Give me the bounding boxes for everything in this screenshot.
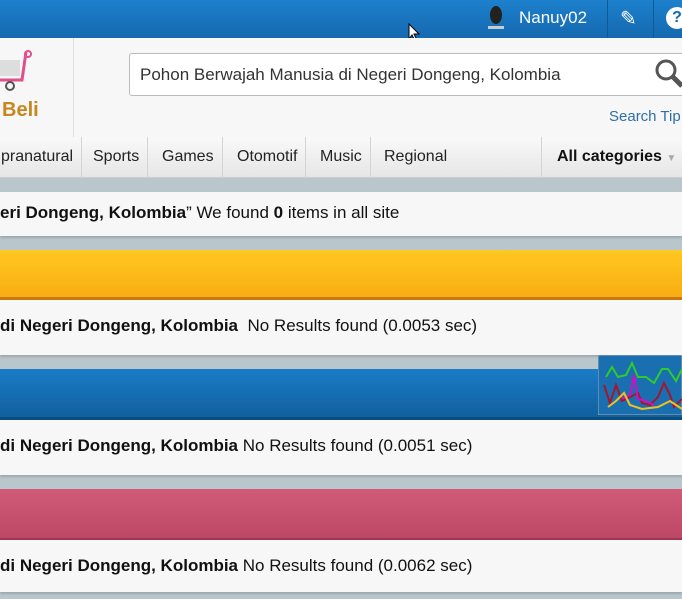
shopping-cart-icon[interactable] <box>0 46 36 94</box>
section-header-blue <box>0 369 682 420</box>
brand-logo-text[interactable]: Beli <box>2 99 39 122</box>
pencil-icon[interactable]: ✎ <box>620 6 637 31</box>
all-categories-label: All categories <box>557 148 662 165</box>
search-summary: eri Dongeng, Kolombia” We found 0 items … <box>0 192 682 236</box>
section-header-pink <box>0 489 682 540</box>
nav-item-regional[interactable]: Regional <box>376 137 455 178</box>
search-icon[interactable] <box>654 58 682 88</box>
search-input[interactable] <box>129 53 682 96</box>
question-icon[interactable]: ? <box>666 7 682 29</box>
result-row: di Negeri Dongeng, Kolombia No Results f… <box>0 420 682 475</box>
nav-item-games[interactable]: Games <box>154 137 223 178</box>
result-row: di Negeri Dongeng, Kolombia No Results f… <box>0 300 682 355</box>
divider <box>73 38 74 137</box>
all-categories-dropdown[interactable]: All categories ▼ <box>541 137 682 178</box>
chevron-down-icon: ▼ <box>666 153 677 164</box>
nav-item-music[interactable]: Music <box>312 137 371 178</box>
search-tips-link[interactable]: Search Tip <box>609 108 681 125</box>
result-row: di Negeri Dongeng, Kolombia No Results f… <box>0 540 682 592</box>
divider <box>653 0 654 38</box>
divider <box>607 0 608 38</box>
nav-item-sports[interactable]: Sports <box>85 137 149 178</box>
nav-item-supranatural[interactable]: pranatural <box>0 137 83 178</box>
user-avatar[interactable] <box>485 4 507 32</box>
username-link[interactable]: Nanuy02 <box>519 8 587 28</box>
nav-item-otomotif[interactable]: Otomotif <box>229 137 307 178</box>
chart-thumbnail[interactable] <box>598 355 682 415</box>
section-header-yellow <box>0 250 682 300</box>
